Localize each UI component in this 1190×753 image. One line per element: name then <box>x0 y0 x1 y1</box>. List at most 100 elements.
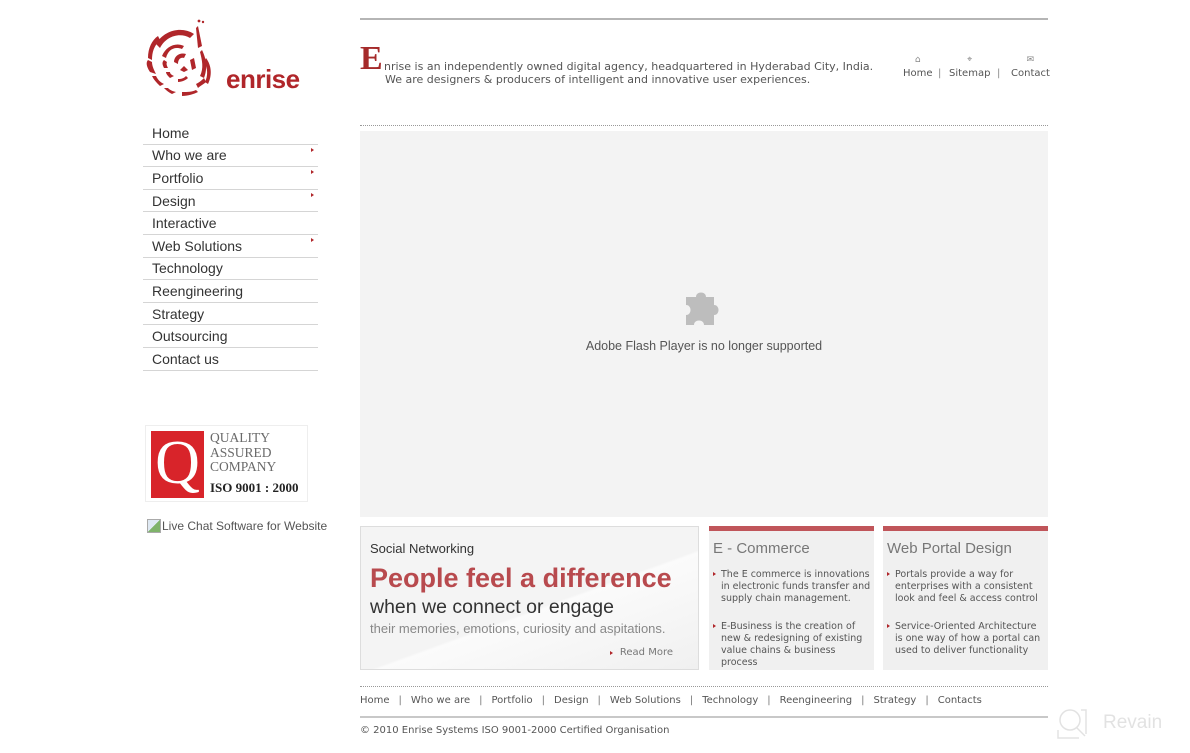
broken-image-icon <box>147 519 161 533</box>
card-bullet: The E commerce is innovations in electro… <box>713 569 873 605</box>
top-link-label: Home <box>903 68 933 79</box>
home-icon: ⌂ <box>914 55 921 65</box>
copyright-text: © 2010 Enrise Systems ISO 9001-2000 Cert… <box>360 725 670 736</box>
iso-quality-badge: Q QUALITY ASSURED COMPANY ISO 9001 : 200… <box>145 425 308 502</box>
submenu-arrow-icon <box>311 237 314 242</box>
footer-link-reengineering[interactable]: Reengineering <box>780 695 853 706</box>
sidebar-item-label: Who we are <box>152 147 227 164</box>
separator: | <box>541 695 546 706</box>
top-link-label: Sitemap <box>949 68 991 79</box>
iso-standard: ISO 9001 : 2000 <box>210 480 299 495</box>
sidebar-item-label: Reengineering <box>152 282 244 299</box>
ecommerce-card: E - Commerce The E commerce is innovatio… <box>709 526 874 670</box>
footer-dotted-divider <box>360 686 1048 687</box>
mail-icon: ✉ <box>1026 55 1035 65</box>
sidebar-item-technology[interactable]: Technology <box>143 258 318 281</box>
read-more-label: Read More <box>619 647 673 658</box>
sidebar-item-web-solutions[interactable]: Web Solutions <box>143 235 318 258</box>
sidebar-item-who-we-are[interactable]: Who we are <box>143 145 318 168</box>
sidebar-item-label: Interactive <box>152 215 217 232</box>
sidebar-item-label: Design <box>152 192 196 209</box>
sitemap-icon: ⌖ <box>967 55 973 65</box>
flash-unsupported-message: Adobe Flash Player is no longer supporte… <box>585 339 823 353</box>
footer-nav: Home | Who we are | Portfolio | Design | Web Sol… <box>360 695 982 706</box>
submenu-arrow-icon <box>311 170 314 175</box>
separator: | <box>861 695 865 706</box>
revain-watermark: Revain <box>1055 706 1162 740</box>
sidebar-nav: Home Who we are Portfolio Design Interac… <box>143 122 318 371</box>
header-dotted-divider <box>360 125 1048 126</box>
live-chat-alt-text: Live Chat Software for Website <box>162 519 328 533</box>
enrise-logo[interactable]: enrise <box>142 18 300 103</box>
plugin-puzzle-icon <box>686 292 719 325</box>
card-bullet-text: Service-Oriented Architecture is one way… <box>895 621 1041 656</box>
intro-line-2: We are designers & producers of intellig… <box>385 73 811 86</box>
iso-line-assured: ASSURED <box>210 444 272 460</box>
sidebar-item-portfolio[interactable]: Portfolio <box>143 167 318 190</box>
sidebar-item-reengineering[interactable]: Reengineering <box>143 280 318 303</box>
sidebar-item-strategy[interactable]: Strategy <box>143 303 318 326</box>
sidebar-item-interactive[interactable]: Interactive <box>143 212 318 235</box>
bullet-arrow-icon <box>609 650 613 655</box>
footer-link-web-solutions[interactable]: Web Solutions <box>610 695 681 706</box>
social-networking-box: Social Networking People feel a differen… <box>360 526 699 670</box>
top-link-contact[interactable]: ✉ Contact <box>1011 54 1050 79</box>
card-bullet-text: Portals provide a way for enterprises wi… <box>895 569 1038 604</box>
iso-line-quality: QUALITY <box>210 430 270 445</box>
read-more-link[interactable]: Read More <box>609 647 673 658</box>
separator: | <box>997 68 1001 79</box>
top-divider <box>360 18 1048 20</box>
bullet-arrow-icon <box>713 572 716 576</box>
swirl-logo-icon <box>146 19 211 96</box>
footer-link-who-we-are[interactable]: Who we are <box>411 695 470 706</box>
footer-link-home[interactable]: Home <box>360 695 390 706</box>
card-bullet-text: E-Business is the creation of new & rede… <box>721 621 863 668</box>
submenu-arrow-icon <box>311 192 314 197</box>
separator: | <box>398 695 402 706</box>
iso-badge-text: QUALITY ASSURED COMPANY <box>210 430 277 475</box>
separator: | <box>925 695 929 706</box>
card-title: E - Commerce <box>713 540 810 557</box>
footer-link-contacts[interactable]: Contacts <box>938 695 982 706</box>
separator: | <box>767 695 771 706</box>
intro-line-1: nrise is an independently owned digital … <box>384 60 874 73</box>
social-subhead: when we connect or engage <box>370 596 614 618</box>
separator: | <box>479 695 483 706</box>
sidebar-item-contact-us[interactable]: Contact us <box>143 348 318 371</box>
social-title: Social Networking <box>370 541 475 556</box>
footer-divider <box>360 716 1048 718</box>
quality-q-icon: Q <box>151 431 204 498</box>
card-bullet: Portals provide a way for enterprises wi… <box>887 569 1047 605</box>
top-link-label: Contact <box>1011 68 1050 79</box>
sidebar-item-label: Technology <box>152 260 223 277</box>
footer-link-strategy[interactable]: Strategy <box>874 695 917 706</box>
sidebar-item-label: Home <box>152 124 190 141</box>
revain-logo-icon <box>1057 709 1087 739</box>
footer-link-technology[interactable]: Technology <box>702 695 758 706</box>
flash-plugin-placeholder[interactable]: Adobe Flash Player is no longer supporte… <box>360 131 1048 517</box>
sidebar-item-home[interactable]: Home <box>143 122 318 145</box>
top-link-sitemap[interactable]: ⌖ Sitemap <box>949 54 990 79</box>
sidebar-item-design[interactable]: Design <box>143 190 318 213</box>
card-bullet: Service-Oriented Architecture is one way… <box>887 621 1047 657</box>
sidebar-item-label: Contact us <box>152 350 219 367</box>
live-chat-image-link[interactable]: Live Chat Software for Website <box>147 519 327 533</box>
revain-text: Revain <box>1103 712 1163 733</box>
sidebar-item-label: Portfolio <box>152 169 204 186</box>
top-link-home[interactable]: ⌂ Home <box>903 54 933 79</box>
card-bullet: E-Business is the creation of new & rede… <box>713 621 873 669</box>
bullet-arrow-icon <box>887 624 890 628</box>
separator: | <box>689 695 694 706</box>
top-links: ⌂ Home | ⌖ Sitemap | ✉ Contact <box>900 54 1050 84</box>
submenu-arrow-icon <box>311 147 314 152</box>
footer-link-portfolio[interactable]: Portfolio <box>492 695 533 706</box>
separator: | <box>938 68 942 79</box>
sidebar-item-outsourcing[interactable]: Outsourcing <box>143 325 318 348</box>
dropcap-letter: E <box>360 40 383 77</box>
sidebar-item-label: Web Solutions <box>152 237 243 254</box>
social-small-text: their memories, emotions, curiosity and … <box>370 621 666 636</box>
iso-line-company: COMPANY <box>210 459 277 474</box>
sidebar-item-label: Outsourcing <box>152 328 228 345</box>
social-headline: People feel a difference <box>370 563 672 593</box>
footer-link-design[interactable]: Design <box>554 695 589 706</box>
